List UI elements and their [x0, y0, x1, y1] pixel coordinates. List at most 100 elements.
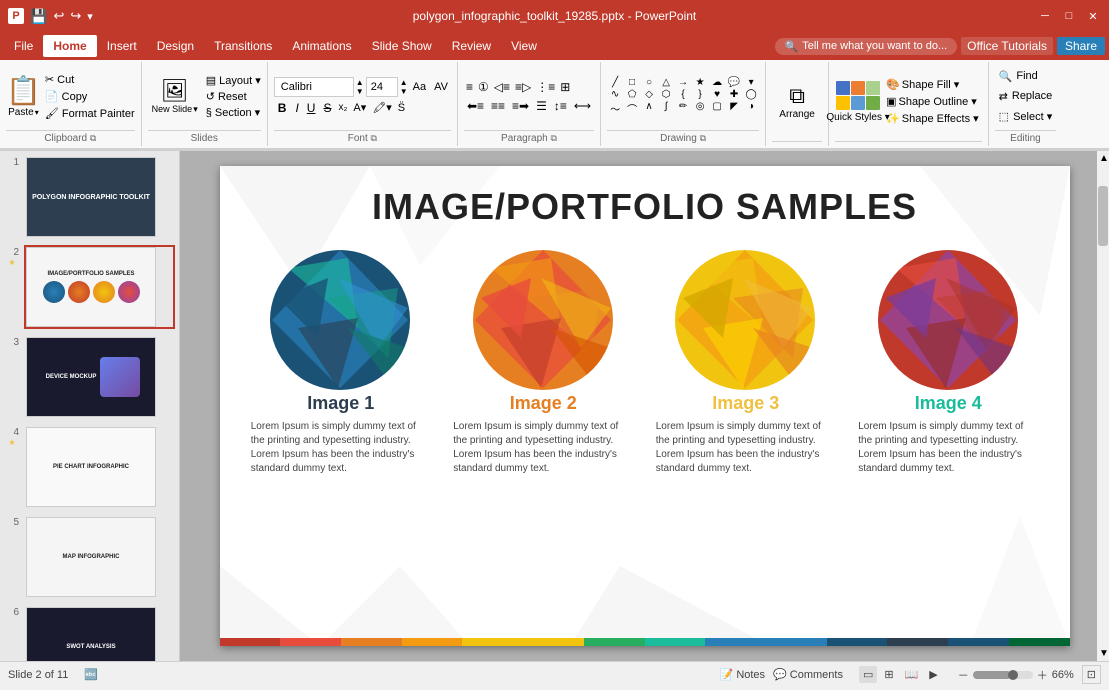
font-size-down2[interactable]: ▼	[400, 87, 408, 96]
find-button[interactable]: 🔍 Find	[995, 68, 1057, 85]
zoom-in-button[interactable]: ＋	[1037, 667, 1048, 683]
shapes-more[interactable]: ▾	[743, 77, 759, 88]
search-bar[interactable]: 🔍 Tell me what you want to do...	[775, 38, 958, 55]
shape-wavy[interactable]: 〜	[607, 101, 623, 116]
shape-line[interactable]: ╱	[607, 77, 623, 88]
menu-design[interactable]: Design	[147, 35, 204, 57]
menu-home[interactable]: Home	[43, 35, 96, 57]
share-button[interactable]: Share	[1057, 37, 1105, 55]
minimize-button[interactable]: ─	[1037, 8, 1053, 24]
customize-icon[interactable]: ▾	[87, 10, 93, 23]
notes-button[interactable]: 📝 Notes	[720, 668, 765, 681]
slide-thumb-3[interactable]: DEVICE MOCKUP	[24, 335, 175, 419]
increase-indent-button[interactable]: ≡▷	[513, 79, 533, 95]
slide-thumb-4[interactable]: PIE CHART INFOGRAPHIC	[24, 425, 175, 509]
shape-oval[interactable]: ◯	[743, 89, 759, 100]
shape-zigzag[interactable]: ∧	[641, 101, 657, 116]
shape-circle[interactable]: ○	[641, 77, 657, 88]
slide-item-3[interactable]: 3 DEVICE MOCKUP	[4, 335, 175, 419]
slide-item-1[interactable]: 1 POLYGON INFOGRAPHIC TOOLKIT	[4, 155, 175, 239]
menu-slideshow[interactable]: Slide Show	[362, 35, 442, 57]
restore-button[interactable]: □	[1061, 8, 1077, 24]
normal-view-button[interactable]: ▭	[859, 666, 877, 683]
close-button[interactable]: ✕	[1085, 8, 1101, 24]
shape-chord[interactable]: ◑	[743, 101, 759, 116]
scroll-thumb[interactable]	[1098, 186, 1108, 246]
font-size-input[interactable]: 24	[366, 77, 398, 97]
slide-canvas[interactable]: IMAGE/PORTFOLIO SAMPLES	[220, 166, 1070, 646]
menu-review[interactable]: Review	[442, 35, 501, 57]
menu-insert[interactable]: Insert	[97, 35, 147, 57]
menu-file[interactable]: File	[4, 35, 43, 57]
font-size-up2[interactable]: ▲	[400, 78, 408, 87]
redo-icon[interactable]: ↪	[70, 8, 81, 24]
shape-cloud[interactable]: ☁	[709, 77, 725, 88]
slideshow-view-button[interactable]: ▶	[925, 666, 941, 683]
slide-item-6[interactable]: 6 SWOT ANALYSIS	[4, 605, 175, 661]
align-right-button[interactable]: ≡➡	[509, 98, 532, 114]
justify-button[interactable]: ☰	[533, 98, 550, 114]
slide-thumb-5[interactable]: MAP INFOGRAPHIC	[24, 515, 175, 599]
reset-button[interactable]: ↺ Reset	[206, 90, 261, 103]
arrange-button[interactable]: ⧉ Arrange	[772, 70, 822, 134]
shape-brace[interactable]: }	[692, 89, 708, 100]
menu-animations[interactable]: Animations	[282, 35, 361, 57]
slide-thumb-6[interactable]: SWOT ANALYSIS	[24, 605, 175, 661]
shape-arrow[interactable]: →	[675, 77, 691, 88]
undo-icon[interactable]: ↩	[53, 8, 64, 24]
shape-outline-button[interactable]: ▣ Shape Outline ▾	[883, 94, 982, 109]
comments-button[interactable]: 💬 Comments	[773, 668, 843, 681]
office-tutorials-button[interactable]: Office Tutorials	[961, 37, 1053, 55]
smartart-button[interactable]: ⊞	[558, 79, 572, 95]
paste-button[interactable]: 📋 Paste▾	[6, 74, 41, 118]
scroll-down-button[interactable]: ▼	[1097, 646, 1109, 661]
shape-rect[interactable]: □	[624, 77, 640, 88]
cut-button[interactable]: ✂ Cut	[45, 73, 135, 86]
underline-button[interactable]: U	[304, 100, 319, 116]
fit-window-button[interactable]: ⊡	[1082, 665, 1101, 684]
scroll-up-button[interactable]: ▲	[1097, 151, 1109, 166]
shape-callout[interactable]: 💬	[726, 77, 742, 88]
shape-heart[interactable]: ♥	[709, 89, 725, 100]
format-painter-button[interactable]: 🖌 Format Painter	[45, 107, 135, 120]
shape-effects-button[interactable]: ✨ Shape Effects ▾	[883, 111, 982, 126]
replace-button[interactable]: ⇄ Replace	[995, 88, 1057, 105]
layout-button[interactable]: ▤ Layout ▾	[206, 74, 261, 87]
font-name-input[interactable]: Calibri	[274, 77, 354, 97]
shape-arc[interactable]: ⌒	[624, 101, 640, 116]
slide-thumb-1[interactable]: POLYGON INFOGRAPHIC TOOLKIT	[24, 155, 175, 239]
clear-format-button[interactable]: Aa	[410, 80, 429, 94]
font-size-up[interactable]: ▲	[356, 78, 364, 87]
shape-scribble[interactable]: ✏	[675, 101, 691, 116]
select-button[interactable]: ⬚ Select ▾	[995, 108, 1057, 125]
slide-item-2[interactable]: 2 ★ IMAGE/PORTFOLIO SAMPLES	[4, 245, 175, 329]
zoom-out-button[interactable]: －	[958, 667, 969, 683]
strikethrough-button[interactable]: S	[320, 100, 334, 116]
vertical-scrollbar[interactable]: ▲ ▼	[1097, 151, 1109, 661]
slide-panel[interactable]: 1 POLYGON INFOGRAPHIC TOOLKIT 2 ★ IMAGE/…	[0, 151, 180, 661]
save-icon[interactable]: 💾	[30, 8, 47, 25]
shape-star[interactable]: ★	[692, 77, 708, 88]
zoom-slider[interactable]	[973, 671, 1033, 679]
zoom-thumb[interactable]	[1008, 670, 1018, 680]
text-case-button[interactable]: AV	[431, 80, 451, 94]
shape-fill-button[interactable]: 🎨 Shape Fill ▾	[883, 77, 982, 92]
copy-button[interactable]: 📄 Copy	[45, 90, 135, 103]
shape-donut[interactable]: ◎	[692, 101, 708, 116]
shape-cross[interactable]: ✚	[726, 89, 742, 100]
numbered-list-button[interactable]: ①	[476, 79, 491, 95]
slide-thumb-2[interactable]: IMAGE/PORTFOLIO SAMPLES	[24, 245, 175, 329]
bold-button[interactable]: B	[274, 100, 291, 116]
shape-triangle[interactable]: △	[658, 77, 674, 88]
shape-snip[interactable]: ◤	[726, 101, 742, 116]
shape-bracket[interactable]: {	[675, 89, 691, 100]
shadow-button[interactable]: S̈	[396, 101, 407, 115]
shape-hexagon[interactable]: ⬡	[658, 89, 674, 100]
text-direction-button[interactable]: ⟷	[571, 98, 594, 114]
line-spacing-button[interactable]: ↕≡	[551, 98, 570, 114]
menu-view[interactable]: View	[501, 35, 547, 57]
shape-diamond[interactable]: ◇	[641, 89, 657, 100]
subscript-button[interactable]: x₂	[336, 101, 349, 114]
new-slide-button[interactable]: 🖼 New Slide▾	[148, 76, 202, 117]
reading-view-button[interactable]: 📖	[901, 666, 923, 683]
